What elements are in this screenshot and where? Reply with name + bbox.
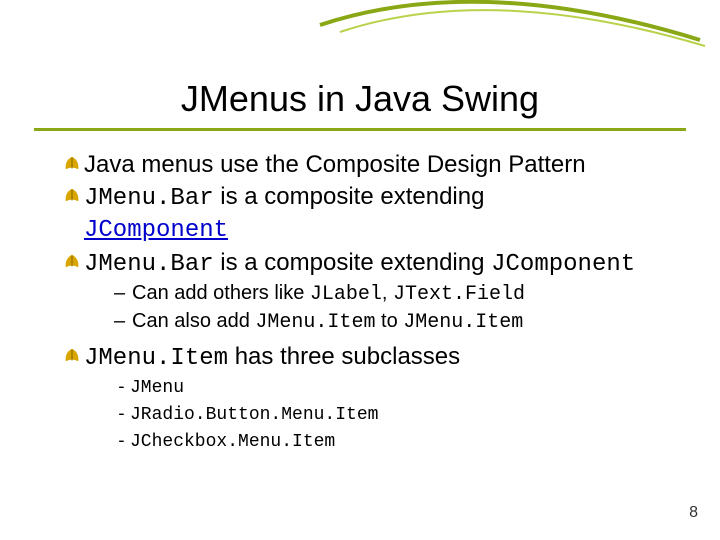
code-text: JMenu.Item	[403, 311, 523, 334]
sub-sub-bullet: -JCheckbox.Menu.Item	[116, 428, 680, 455]
sub-bullet: –Can add others like JLabel, JText.Field	[114, 280, 680, 308]
code-text: JText.Field	[393, 283, 525, 306]
bullet-item: JMenu.Bar is a composite extending JComp…	[60, 182, 680, 246]
body-text: is a composite extending	[214, 249, 492, 276]
bullet-item: JMenu.Bar is a composite extending JComp…	[60, 248, 680, 336]
code-text: JComponent	[491, 251, 635, 278]
leaf-bullet-icon	[60, 252, 84, 270]
sub-bullet: –Can also add JMenu.Item to JMenu.Item	[114, 308, 680, 336]
code-text: JCheckbox.Menu.Item	[130, 432, 335, 452]
bullet-item: Java menus use the Composite Design Patt…	[60, 150, 680, 180]
title-underline	[34, 128, 686, 131]
body-text: to	[375, 310, 403, 332]
leaf-bullet-icon	[60, 154, 84, 172]
body-text: ,	[382, 282, 393, 304]
body-text: has three subclasses	[228, 343, 460, 370]
sub-sub-bullet: -JMenu	[116, 374, 680, 401]
code-text: JMenu.Item	[84, 345, 228, 372]
body-text: is a composite extending	[214, 183, 485, 210]
bullet-text: JMenu.Bar is a composite extending JComp…	[84, 248, 680, 336]
code-text: JMenu	[130, 378, 184, 398]
leaf-bullet-icon	[60, 186, 84, 204]
slide-body: Java menus use the Composite Design Patt…	[60, 150, 680, 458]
decorative-swoosh	[0, 0, 720, 70]
code-text: JLabel	[310, 283, 382, 306]
slide-title: JMenus in Java Swing	[0, 78, 720, 120]
bullet-text: Java menus use the Composite Design Patt…	[84, 150, 680, 180]
code-text: JMenu.Item	[255, 311, 375, 334]
code-text: JRadio.Button.Menu.Item	[130, 405, 378, 425]
code-text: JMenu.Bar	[84, 251, 214, 278]
bullet-text: JMenu.Item has three subclasses -JMenu -…	[84, 342, 680, 456]
sub-sub-bullet: -JRadio.Button.Menu.Item	[116, 401, 680, 428]
page-number: 8	[689, 504, 698, 522]
bullet-item: JMenu.Item has three subclasses -JMenu -…	[60, 342, 680, 456]
leaf-bullet-icon	[60, 346, 84, 364]
body-text: Can also add	[132, 310, 255, 332]
body-text: Can add others like	[132, 282, 310, 304]
bullet-text: JMenu.Bar is a composite extending JComp…	[84, 182, 680, 246]
code-text: JMenu.Bar	[84, 185, 214, 212]
jcomponent-link[interactable]: JComponent	[84, 217, 228, 244]
